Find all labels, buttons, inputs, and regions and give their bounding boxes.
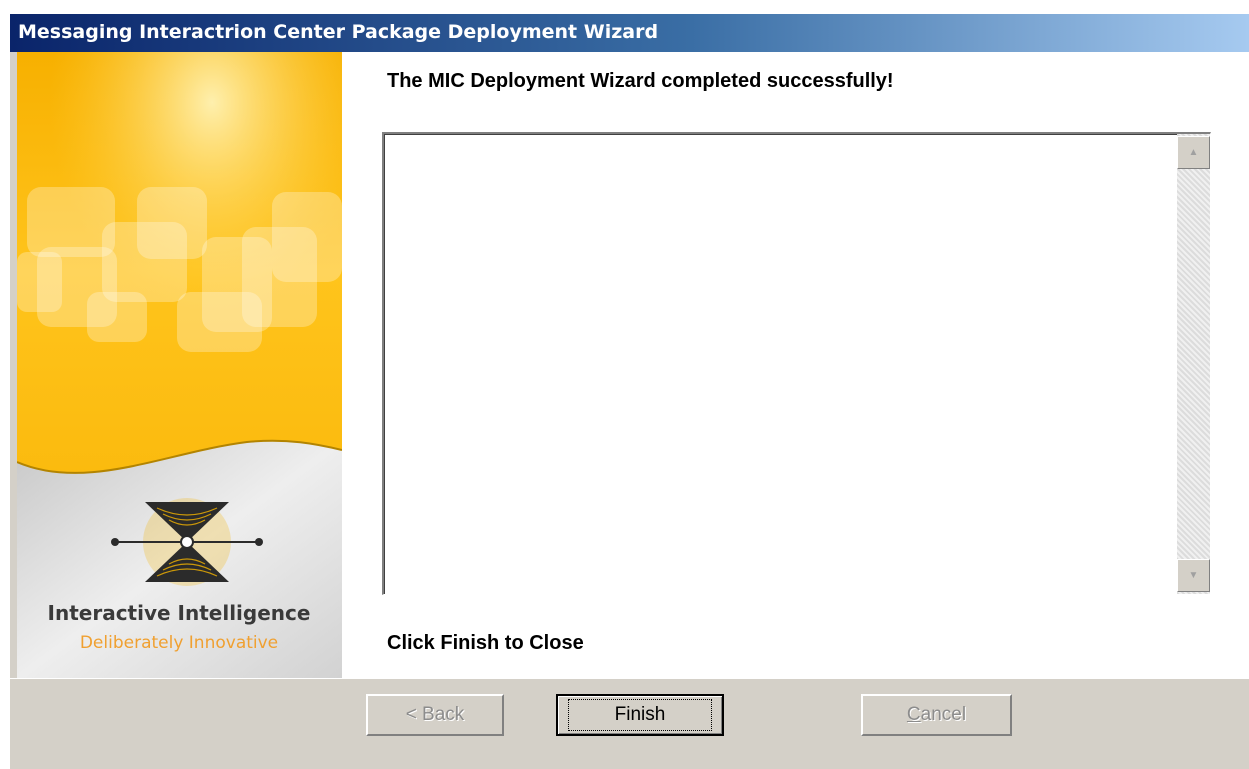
finish-button[interactable]: Finish [556,694,724,736]
window-title: Messaging Interactrion Center Package De… [18,21,659,43]
banner-artwork: Interactive Intelligence Deliberately In… [17,52,342,678]
cancel-accelerator: C [906,704,921,725]
triangle-down-icon: ▼ [1188,570,1199,581]
wizard-content: The MIC Deployment Wizard completed succ… [342,52,1249,678]
triangle-up-icon: ▲ [1188,147,1199,158]
success-heading: The MIC Deployment Wizard completed succ… [387,70,894,92]
cancel-label-rest: ancel [920,704,967,725]
wizard-dialog: Messaging Interactrion Center Package De… [10,14,1249,769]
log-vertical-scrollbar[interactable]: ▲ ▼ [1177,134,1210,594]
scroll-up-button[interactable]: ▲ [1177,136,1210,169]
scroll-down-button[interactable]: ▼ [1177,559,1210,592]
title-bar[interactable]: Messaging Interactrion Center Package De… [10,14,1249,52]
finish-instruction: Click Finish to Close [387,632,584,654]
back-button-label: < Back [405,704,465,725]
finish-button-label: Finish [567,699,713,731]
cancel-button[interactable]: Cancel [861,694,1012,736]
brand-tagline: Deliberately Innovative [80,633,278,653]
brand-name: Interactive Intelligence [48,601,311,625]
button-bar: < Back Finish Cancel [10,678,1249,769]
cancel-button-label: Cancel [907,704,966,726]
back-button[interactable]: < Back [366,694,504,736]
wizard-side-banner: Interactive Intelligence Deliberately In… [17,52,342,678]
deployment-log-textarea[interactable]: ▲ ▼ [382,132,1211,595]
